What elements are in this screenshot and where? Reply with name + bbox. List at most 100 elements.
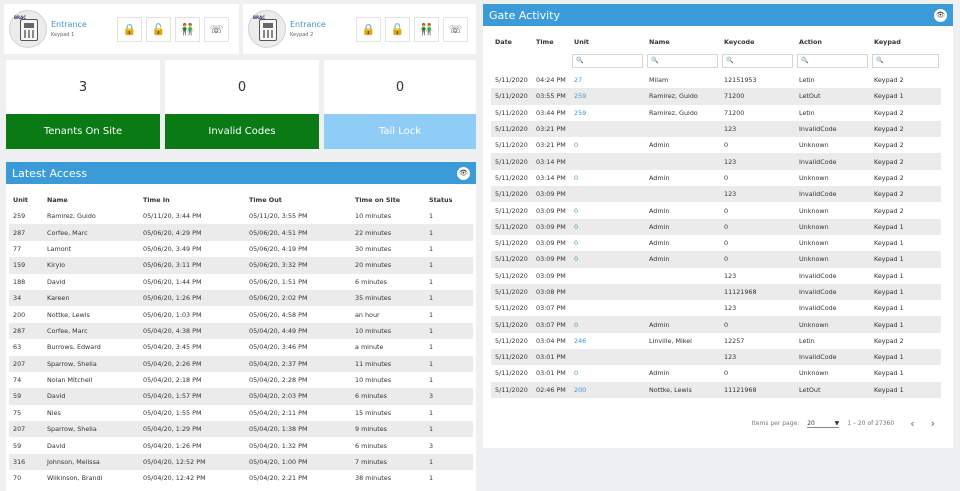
unit-link[interactable]: 0 bbox=[570, 365, 645, 381]
unit-link[interactable]: 259 bbox=[570, 105, 645, 121]
table-row[interactable]: 5/11/2020 03:09 PM 0 Admin 0 Unknown Keypad 1 bbox=[491, 218, 941, 235]
unit-link[interactable]: 0 bbox=[570, 218, 645, 235]
column-header[interactable]: Status bbox=[425, 192, 473, 208]
prev-page-button[interactable]: ‹ bbox=[910, 417, 914, 430]
table-row[interactable]: 5/11/2020 03:09 PM 123 InvalidCode Keypad 1 bbox=[491, 268, 941, 284]
table-row[interactable]: 287 Corfee, Marc 05/06/20, 4:29 PM 05/06/20… bbox=[9, 224, 473, 241]
table-row[interactable]: 200 Nottke, Lewis 05/06/20, 1:03 PM 05/06/2… bbox=[9, 306, 473, 322]
table-row[interactable]: 5/11/2020 03:09 PM 123 InvalidCode Keypad 2 bbox=[491, 186, 941, 203]
table-row[interactable]: 5/11/2020 03:08 PM 11121968 InvalidCode Keyp… bbox=[491, 283, 941, 301]
unit-link[interactable]: 0 bbox=[570, 170, 645, 186]
table-row[interactable]: 5/11/2020 03:21 PM 0 Admin 0 Unknown Keypad 2 bbox=[491, 137, 941, 153]
unit-link[interactable]: 0 bbox=[570, 235, 645, 251]
unlock-icon[interactable]: 🔓 bbox=[146, 16, 171, 42]
table-row[interactable]: 74 Nolan Mitchell 05/04/20, 2:18 PM 05/04/2… bbox=[9, 372, 473, 388]
table-row[interactable]: 5/11/2020 03:21 PM 123 InvalidCode Keypad 2 bbox=[491, 120, 941, 138]
eye-icon[interactable]: 👁 bbox=[457, 166, 470, 180]
column-header[interactable]: Unit bbox=[570, 34, 645, 50]
table-row[interactable]: 259 Ramirez, Guido 05/11/20, 3:44 PM 05/11/… bbox=[9, 208, 473, 224]
column-header[interactable]: Time on Site bbox=[351, 192, 425, 208]
table-cell: InvalidCode bbox=[795, 120, 870, 138]
keypad-touch-icon[interactable]: ☏ bbox=[204, 16, 229, 42]
table-row[interactable]: 287 Corfee, Marc 05/04/20, 4:38 PM 05/04/20… bbox=[9, 322, 473, 340]
table-row[interactable]: 5/11/2020 03:01 PM 0 Admin 0 Unknown Keypad 1 bbox=[491, 365, 941, 381]
unit-link[interactable]: 259 bbox=[570, 88, 645, 105]
table-cell: 05/04/20, 2:37 PM bbox=[245, 355, 351, 372]
filter-input[interactable]: 🔍 bbox=[572, 54, 643, 68]
column-header[interactable]: Name bbox=[645, 34, 720, 50]
table-cell: 70 bbox=[13, 474, 22, 483]
filter-input[interactable]: 🔍 bbox=[872, 54, 939, 68]
filter-input[interactable]: 🔍 bbox=[797, 54, 868, 68]
column-header[interactable]: Time bbox=[532, 34, 570, 50]
keypad-name[interactable]: Entrance bbox=[51, 20, 117, 29]
unit-link[interactable]: 0 bbox=[570, 251, 645, 268]
unit-link[interactable]: 0 bbox=[570, 202, 645, 218]
table-row[interactable]: 316 Johnson, Melissa 05/04/20, 12:52 PM 05/… bbox=[9, 453, 473, 471]
unit-link[interactable]: 0 bbox=[570, 316, 645, 333]
stat-tenants-on-site[interactable]: 3 Tenants On Site bbox=[6, 60, 160, 149]
table-cell: Keypad 1 bbox=[870, 88, 941, 105]
table-row[interactable]: 75 Nies 05/04/20, 1:55 PM 05/04/20, 2:11 PM… bbox=[9, 405, 473, 421]
column-header[interactable]: Keycode bbox=[720, 34, 795, 50]
keypad-touch-icon[interactable]: ☏ bbox=[443, 16, 468, 42]
table-row[interactable]: 5/11/2020 04:24 PM 27 Milam 12151953 Letin Key… bbox=[491, 72, 941, 88]
table-row[interactable]: 159 Kirylo 05/06/20, 3:11 PM 05/06/20, 3:32… bbox=[9, 257, 473, 274]
table-row[interactable]: 5/11/2020 03:44 PM 259 Ramirez, Guido 71200 L… bbox=[491, 105, 941, 121]
lock-icon[interactable]: 🔒 bbox=[117, 16, 142, 42]
table-row[interactable]: 5/11/2020 03:07 PM 123 InvalidCode Keypad 1 bbox=[491, 300, 941, 316]
keypad-name[interactable]: Entrance bbox=[290, 20, 356, 29]
column-header[interactable]: Action bbox=[795, 34, 870, 50]
unit-link[interactable]: 200 bbox=[570, 381, 645, 398]
column-header[interactable]: Unit bbox=[9, 192, 43, 208]
column-header[interactable]: Time Out bbox=[245, 192, 351, 208]
stat-invalid-codes[interactable]: 0 Invalid Codes bbox=[165, 60, 319, 149]
eye-icon[interactable]: 👁 bbox=[934, 8, 947, 22]
table-row[interactable]: 5/11/2020 03:09 PM 0 Admin 0 Unknown Keypad 2 bbox=[491, 202, 941, 218]
table-cell: Keypad 2 bbox=[874, 206, 904, 215]
items-per-page-select[interactable]: 20 ▼ bbox=[807, 420, 840, 428]
next-page-button[interactable]: › bbox=[931, 417, 935, 430]
table-cell: 30 minutes bbox=[355, 244, 392, 253]
table-row[interactable]: 59 David 05/04/20, 1:26 PM 05/04/20, 1:32 P… bbox=[9, 437, 473, 453]
table-cell: 03:21 PM bbox=[536, 141, 566, 150]
table-row[interactable]: 5/11/2020 03:55 PM 259 Ramirez, Guido 71200 L… bbox=[491, 88, 941, 105]
lock-icon[interactable]: 🔒 bbox=[356, 16, 381, 42]
unit-link[interactable]: 0 bbox=[570, 137, 645, 153]
table-row[interactable]: 70 Wilkinson, Brandi 05/04/20, 12:42 PM 05/… bbox=[9, 470, 473, 486]
table-row[interactable]: 207 Sparrow, Shelia 05/04/20, 1:29 PM 05/04… bbox=[9, 421, 473, 438]
table-row[interactable]: 5/11/2020 03:14 PM 0 Admin 0 Unknown Keypad 2 bbox=[491, 170, 941, 186]
filter-input[interactable]: 🔍 bbox=[722, 54, 793, 68]
table-cell: 05/04/20, 12:42 PM bbox=[143, 474, 206, 483]
table-row[interactable]: 188 David 05/06/20, 1:44 PM 05/06/20, 1:51 … bbox=[9, 274, 473, 290]
table-cell: Keypad 1 bbox=[874, 369, 904, 378]
table-row[interactable]: 77 Lamont 05/06/20, 3:49 PM 05/06/20, 4:19 … bbox=[9, 241, 473, 257]
table-row[interactable]: 5/11/2020 03:01 PM 123 InvalidCode Keypad 1 bbox=[491, 349, 941, 366]
table-row[interactable]: 63 Burrows, Edward 05/04/20, 3:45 PM 05/04/… bbox=[9, 339, 473, 355]
table-row[interactable]: 59 David 05/04/20, 1:57 PM 05/04/20, 2:03 P… bbox=[9, 388, 473, 405]
unit-link[interactable]: 246 bbox=[570, 333, 645, 349]
table-row[interactable]: 5/11/2020 03:09 PM 0 Admin 0 Unknown Keypad 1 bbox=[491, 251, 941, 268]
people-icon[interactable]: 👬 bbox=[175, 16, 200, 42]
filter-input[interactable]: 🔍 bbox=[647, 54, 718, 68]
column-header[interactable]: Name bbox=[43, 192, 139, 208]
unlock-icon[interactable]: 🔓 bbox=[385, 16, 410, 42]
column-header[interactable]: Date bbox=[491, 34, 532, 50]
table-row[interactable]: 5/11/2020 03:09 PM 0 Admin 0 Unknown Keypad 1 bbox=[491, 235, 941, 251]
table-row[interactable]: 5/11/2020 03:14 PM 123 InvalidCode Keypad 2 bbox=[491, 153, 941, 170]
stat-tail-lock[interactable]: 0 Tail Lock bbox=[324, 60, 476, 149]
column-header[interactable]: Time In bbox=[139, 192, 245, 208]
table-row[interactable]: 5/11/2020 03:07 PM 0 Admin 0 Unknown Keypad 1 bbox=[491, 316, 941, 333]
table-cell: 05/04/20, 1:38 PM bbox=[245, 421, 351, 438]
table-cell bbox=[645, 153, 720, 170]
table-row[interactable]: 207 Sparrow, Shelia 05/04/20, 2:26 PM 05/04… bbox=[9, 355, 473, 372]
table-row[interactable]: 5/11/2020 03:04 PM 246 Linville, Mikel 12257… bbox=[491, 333, 941, 349]
table-row[interactable]: 34 Kareen 05/06/20, 1:26 PM 05/06/20, 2:02 … bbox=[9, 289, 473, 307]
people-icon[interactable]: 👬 bbox=[414, 16, 439, 42]
search-icon: 🔍 bbox=[576, 57, 584, 64]
gate-activity-panel: Gate Activity 👁 Date Time Unit Name Keycode A… bbox=[483, 4, 953, 448]
unit-link[interactable]: 27 bbox=[570, 72, 645, 88]
table-row[interactable]: 5/11/2020 02:46 PM 200 Nottke, Lewis 1112196… bbox=[491, 381, 941, 398]
filter-cell: 🔍 bbox=[795, 50, 870, 72]
column-header[interactable]: Keypad bbox=[870, 34, 941, 50]
